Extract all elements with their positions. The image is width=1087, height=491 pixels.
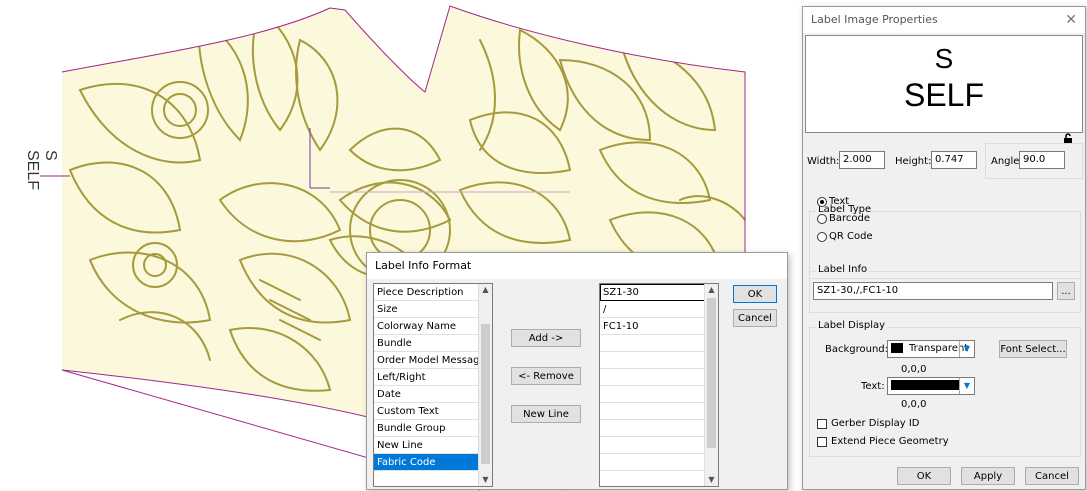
background-swatch [891, 343, 903, 353]
format-list-scrollbar[interactable]: ▲ ▼ [704, 284, 718, 486]
format-row[interactable] [600, 454, 718, 471]
type-barcode-radio[interactable] [817, 214, 827, 224]
scroll-up-icon[interactable]: ▲ [705, 284, 718, 296]
cancel-button[interactable]: Cancel [1025, 467, 1079, 485]
apply-button[interactable]: Apply [961, 467, 1015, 485]
width-label: Width: [807, 156, 840, 167]
type-qr-label[interactable]: QR Code [829, 231, 873, 242]
label-info-title: Label Info [816, 264, 870, 275]
list-item[interactable]: Order Model Message [374, 352, 492, 369]
type-text-radio[interactable] [817, 197, 827, 207]
available-fields-list[interactable]: Piece Description Size Colorway Name Bun… [373, 283, 493, 487]
dialog-title-bar: Label Info Format [367, 253, 787, 279]
type-text-label[interactable]: Text [829, 196, 849, 207]
angle-field[interactable]: 90.0 [1019, 151, 1065, 169]
scroll-up-icon[interactable]: ▲ [479, 284, 492, 296]
list-item[interactable]: Bundle [374, 335, 492, 352]
text-color-label: Text: [861, 381, 885, 392]
piece-side-label: S [42, 150, 59, 161]
label-info-format-dialog: Label Info Format Piece Description Size… [366, 252, 788, 490]
add-button[interactable]: Add -> [511, 329, 581, 347]
width-field[interactable]: 2.000 [839, 151, 885, 169]
dialog-title: Label Image Properties [811, 13, 938, 26]
dialog-title: Label Info Format [375, 259, 472, 272]
label-format-list[interactable]: SZ1-30 / FC1-10 ▲ ▼ [599, 283, 719, 487]
extend-piece-geometry-checkbox[interactable] [817, 437, 827, 447]
format-row[interactable] [600, 369, 718, 386]
gerber-display-id-checkbox[interactable] [817, 419, 827, 429]
list-item[interactable]: Bundle Group [374, 420, 492, 437]
text-color-select[interactable]: ▼ [887, 377, 975, 395]
scroll-down-icon[interactable]: ▼ [479, 474, 492, 486]
format-row[interactable] [600, 471, 718, 486]
format-row[interactable] [600, 437, 718, 454]
label-preview: S SELF [805, 35, 1083, 133]
format-row[interactable] [600, 352, 718, 369]
scroll-thumb[interactable] [481, 324, 490, 464]
type-qr-radio[interactable] [817, 232, 827, 242]
new-line-button[interactable]: New Line [511, 405, 581, 423]
piece-side-label-name: SELF [24, 150, 41, 191]
label-info-browse-button[interactable]: ... [1057, 282, 1075, 300]
background-label: Background: [825, 344, 889, 355]
list-item[interactable]: Colorway Name [374, 318, 492, 335]
cancel-button[interactable]: Cancel [733, 309, 777, 327]
height-field[interactable]: 0.747 [931, 151, 977, 169]
list-item[interactable]: New Line [374, 437, 492, 454]
close-icon[interactable]: ✕ [1065, 7, 1077, 33]
available-list-scrollbar[interactable]: ▲ ▼ [478, 284, 492, 486]
format-row[interactable] [600, 386, 718, 403]
format-row[interactable] [600, 335, 718, 352]
font-select-button[interactable]: Font Select... [999, 340, 1067, 358]
chevron-down-icon[interactable]: ▼ [959, 378, 974, 394]
height-label: Height: [895, 156, 932, 167]
format-row[interactable] [600, 403, 718, 420]
extend-piece-geometry-label[interactable]: Extend Piece Geometry [831, 436, 949, 447]
list-item[interactable]: Size [374, 301, 492, 318]
chevron-down-icon[interactable]: ▼ [959, 341, 974, 357]
list-item[interactable]: Custom Text [374, 403, 492, 420]
list-item[interactable]: Date [374, 386, 492, 403]
label-display-title: Label Display [816, 320, 888, 331]
list-item-selected[interactable]: Fabric Code [374, 454, 492, 471]
remove-button[interactable]: <- Remove [511, 367, 581, 385]
format-row[interactable]: FC1-10 [600, 318, 718, 335]
side-label-size: S [42, 150, 59, 161]
background-select[interactable]: Transparent ▼ [887, 340, 975, 358]
dialog-title-bar: Label Image Properties ✕ [803, 7, 1085, 33]
label-image-properties-dialog: Label Image Properties ✕ S SELF Width: 2… [802, 6, 1086, 490]
background-rgb: 0,0,0 [901, 364, 927, 375]
ok-button[interactable]: OK [897, 467, 951, 485]
list-item[interactable]: Piece Description [374, 284, 492, 301]
list-item[interactable]: Left/Right [374, 369, 492, 386]
ok-button[interactable]: OK [733, 285, 777, 303]
side-label-piece: SELF [24, 150, 41, 191]
format-row[interactable]: / [600, 301, 718, 318]
format-row[interactable] [600, 420, 718, 437]
format-row[interactable]: SZ1-30 [600, 284, 718, 301]
text-color-swatch [891, 380, 959, 390]
text-rgb: 0,0,0 [901, 399, 927, 410]
type-barcode-label[interactable]: Barcode [829, 213, 870, 224]
label-info-field[interactable]: SZ1-30,/,FC1-10 [813, 282, 1053, 300]
scroll-down-icon[interactable]: ▼ [705, 474, 718, 486]
scroll-thumb[interactable] [707, 298, 716, 448]
preview-line-size: S [934, 43, 954, 74]
preview-line-piece: SELF [903, 77, 985, 113]
gerber-display-id-label[interactable]: Gerber Display ID [831, 418, 920, 429]
